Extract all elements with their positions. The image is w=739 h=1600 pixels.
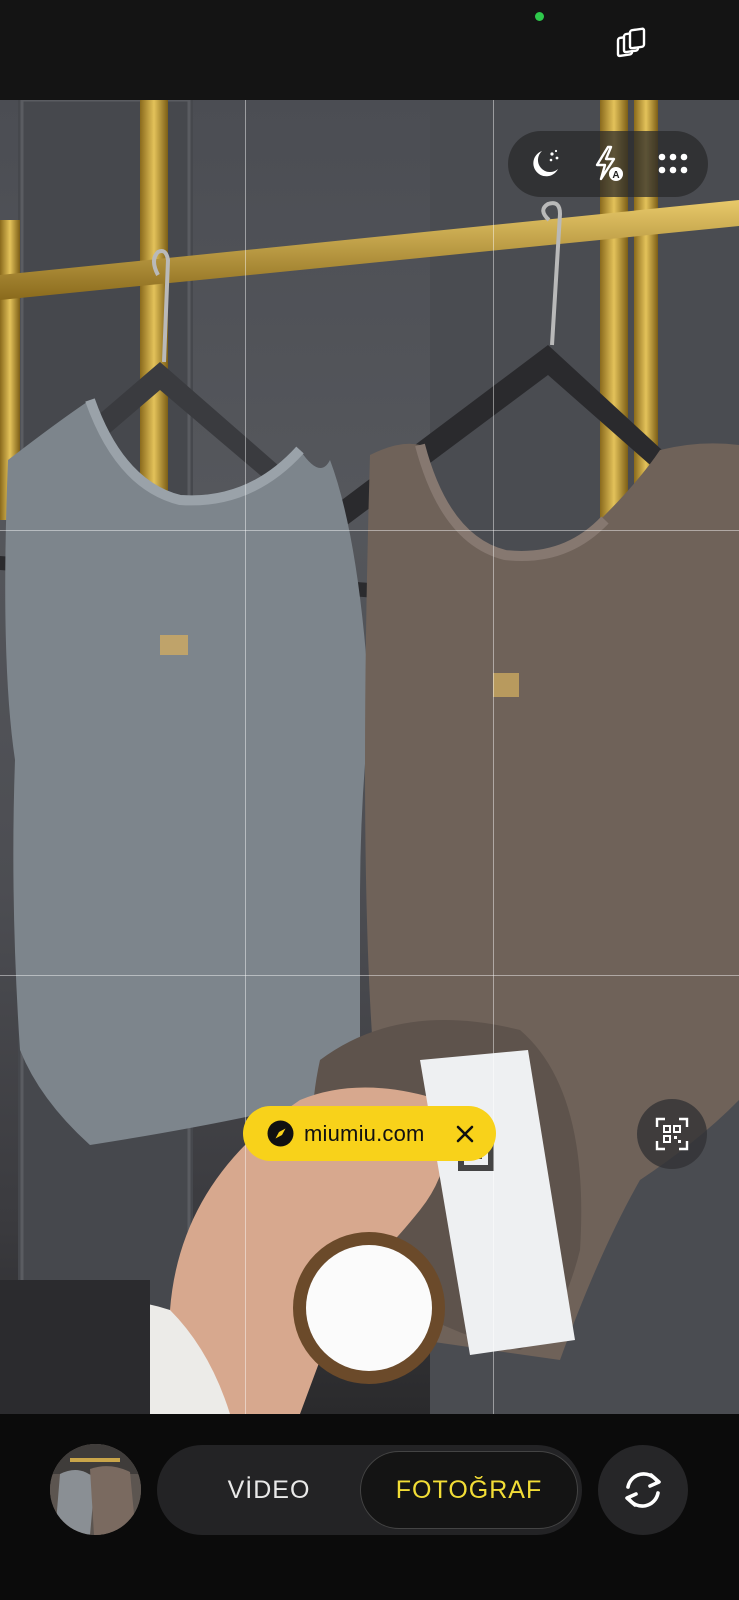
detected-link-text: miumiu.com xyxy=(304,1121,425,1146)
scene-preview xyxy=(0,100,739,1414)
compass-icon xyxy=(267,1120,294,1147)
quick-settings-bar: A xyxy=(508,131,708,197)
camera-screen: A miumiu.com VİDEO FOTOĞRAF xyxy=(0,0,739,1600)
svg-text:A: A xyxy=(612,170,619,181)
shutter-button[interactable] xyxy=(306,1245,432,1371)
switch-camera-button[interactable] xyxy=(598,1445,688,1535)
more-options-icon[interactable] xyxy=(650,141,696,187)
grid-line xyxy=(245,100,246,1414)
detected-link-chip[interactable]: miumiu.com xyxy=(243,1106,496,1161)
grid-line xyxy=(0,975,739,976)
camera-viewfinder[interactable] xyxy=(0,100,739,1414)
flash-auto-icon[interactable]: A xyxy=(586,141,632,187)
gallery-thumbnail[interactable] xyxy=(50,1444,141,1535)
status-bar xyxy=(0,0,739,100)
layers-icon[interactable] xyxy=(612,26,652,66)
switch-camera-icon xyxy=(625,1472,661,1508)
mode-photo[interactable]: FOTOĞRAF xyxy=(360,1451,578,1529)
mode-video[interactable]: VİDEO xyxy=(194,1466,344,1514)
night-mode-icon[interactable] xyxy=(522,141,568,187)
qr-scan-button[interactable] xyxy=(637,1099,707,1169)
grid-line xyxy=(493,100,494,1414)
grid-line xyxy=(0,530,739,531)
camera-in-use-indicator xyxy=(535,12,544,21)
close-icon[interactable] xyxy=(449,1118,481,1150)
qr-scan-icon xyxy=(655,1117,689,1151)
